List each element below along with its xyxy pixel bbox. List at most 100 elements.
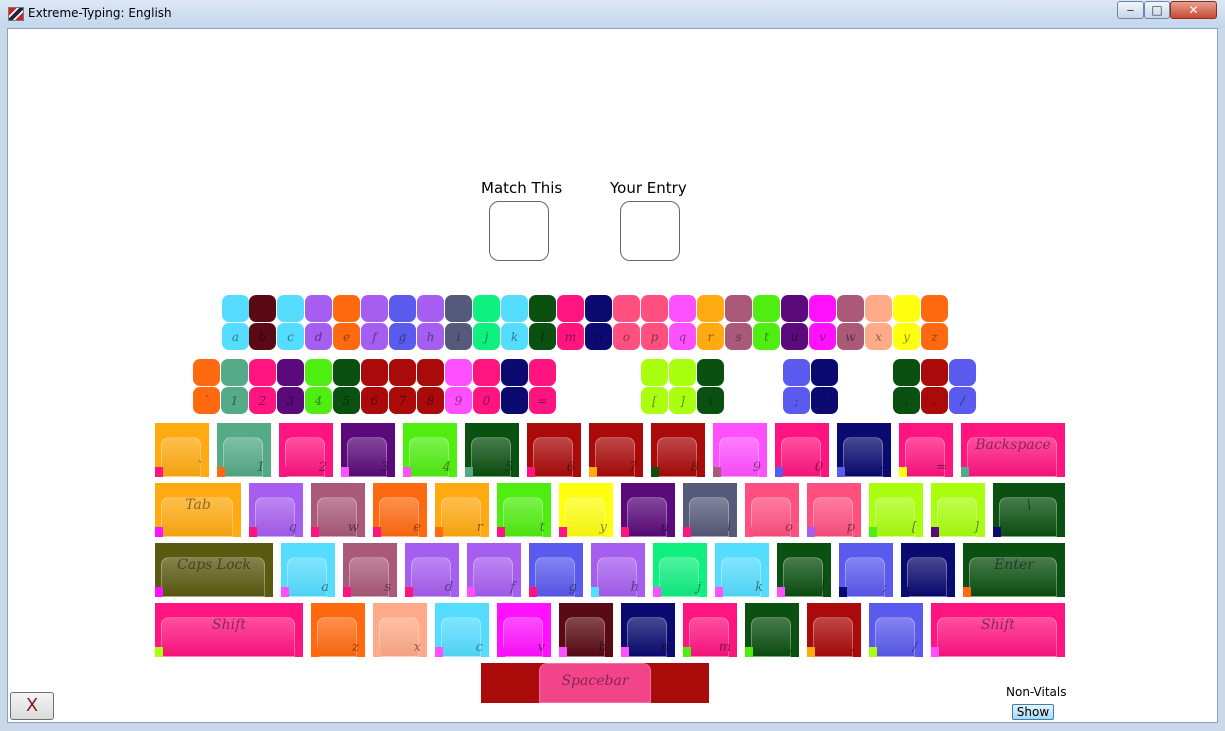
key-l[interactable]: l [777, 543, 831, 597]
small-key-label: a [231, 330, 240, 344]
small-key-top [893, 295, 920, 322]
key-y[interactable]: y [559, 483, 613, 537]
key--[interactable]: / [869, 603, 923, 657]
key-s[interactable]: s [343, 543, 397, 597]
key-tab[interactable]: Tab [155, 483, 241, 537]
key--[interactable]: ' [901, 543, 955, 597]
key-accent [217, 467, 225, 477]
key-accent [775, 467, 783, 477]
key-j[interactable]: j [653, 543, 707, 597]
key-2[interactable]: 2 [279, 423, 333, 477]
key-accent [403, 467, 411, 477]
key-z[interactable]: z [311, 603, 365, 657]
key-label: c [475, 640, 483, 655]
small-key-top [193, 359, 220, 386]
key-v[interactable]: v [497, 603, 551, 657]
small-key-bottom: q [669, 323, 696, 350]
show-button[interactable]: Show [1012, 704, 1054, 720]
key-h[interactable]: h [591, 543, 645, 597]
key-shift[interactable]: Shift [155, 603, 303, 657]
key-accent [589, 467, 597, 477]
key--[interactable]: , [745, 603, 799, 657]
key-accent [311, 527, 319, 537]
key-label: \ [1026, 497, 1032, 513]
key--[interactable]: \ [993, 483, 1065, 537]
key--[interactable]: - [837, 423, 891, 477]
spacebar-key[interactable]: Spacebar [481, 663, 709, 703]
key-p[interactable]: p [807, 483, 861, 537]
small-key-bottom: w [837, 323, 864, 350]
small-key-label: n [594, 330, 603, 344]
small-key-top [753, 295, 780, 322]
key-accent [715, 587, 723, 597]
key-t[interactable]: t [497, 483, 551, 537]
key-face [813, 617, 853, 657]
key-7[interactable]: 7 [589, 423, 643, 477]
key-8[interactable]: 8 [651, 423, 705, 477]
key--[interactable]: . [807, 603, 861, 657]
small-key-bottom: t [753, 323, 780, 350]
key-w[interactable]: w [311, 483, 365, 537]
minimize-button[interactable]: ‒ [1117, 1, 1144, 19]
key-accent [869, 527, 877, 537]
key-0[interactable]: 0 [775, 423, 829, 477]
key-k[interactable]: k [715, 543, 769, 597]
key-accent [961, 467, 969, 477]
key-accent [559, 647, 567, 657]
exit-button[interactable]: X [10, 692, 54, 720]
key--[interactable]: ] [931, 483, 985, 537]
key-caps-lock[interactable]: Caps Lock [155, 543, 273, 597]
key-e[interactable]: e [373, 483, 427, 537]
small-key-top [809, 295, 836, 322]
key-shift[interactable]: Shift [931, 603, 1065, 657]
key-1[interactable]: 1 [217, 423, 271, 477]
close-button[interactable]: ✕ [1170, 1, 1217, 19]
key-i[interactable]: i [683, 483, 737, 537]
key-g[interactable]: g [529, 543, 583, 597]
key-f[interactable]: f [467, 543, 521, 597]
small-key-bottom: 9 [445, 387, 472, 414]
key-face [689, 497, 729, 537]
key-face [843, 437, 883, 477]
maximize-button[interactable]: □ [1144, 1, 1170, 19]
small-key-bottom: c [277, 323, 304, 350]
key-u[interactable]: u [621, 483, 675, 537]
key-enter[interactable]: Enter [963, 543, 1065, 597]
key-r[interactable]: r [435, 483, 489, 537]
key-o[interactable]: o [745, 483, 799, 537]
key-m[interactable]: m [683, 603, 737, 657]
key-a[interactable]: a [281, 543, 335, 597]
key-backspace[interactable]: Backspace [961, 423, 1065, 477]
key--[interactable]: ; [839, 543, 893, 597]
key-accent [869, 647, 877, 657]
small-key-bottom: 7 [389, 387, 416, 414]
key-n[interactable]: n [621, 603, 675, 657]
key-3[interactable]: 3 [341, 423, 395, 477]
small-key-bottom: g [389, 323, 416, 350]
your-entry-box[interactable] [620, 201, 680, 261]
key-face [937, 497, 977, 537]
key-b[interactable]: b [559, 603, 613, 657]
key-label: ` [196, 460, 204, 475]
key--[interactable]: = [899, 423, 953, 477]
key-accent [465, 467, 473, 477]
key-4[interactable]: 4 [403, 423, 457, 477]
key-d[interactable]: d [405, 543, 459, 597]
key-label: r [476, 520, 483, 535]
small-key-top [783, 359, 810, 386]
small-key-label: i [456, 330, 461, 344]
key--[interactable]: [ [869, 483, 923, 537]
small-key-label: l [540, 330, 545, 344]
key-c[interactable]: c [435, 603, 489, 657]
small-key-label: 9 [454, 394, 463, 408]
small-key-top [389, 359, 416, 386]
key-label: f [510, 580, 515, 595]
key-x[interactable]: x [373, 603, 427, 657]
key-5[interactable]: 5 [465, 423, 519, 477]
key-q[interactable]: q [249, 483, 303, 537]
key-6[interactable]: 6 [527, 423, 581, 477]
small-key-top [417, 295, 444, 322]
small-key-label: y [903, 330, 910, 344]
key-9[interactable]: 9 [713, 423, 767, 477]
key--[interactable]: ` [155, 423, 209, 477]
